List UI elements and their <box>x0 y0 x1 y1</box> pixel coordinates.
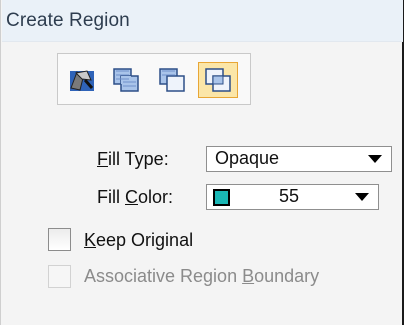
associative-boundary-checkbox[interactable] <box>48 265 71 288</box>
union-tool-button[interactable] <box>106 62 146 98</box>
title-bar[interactable]: Create Region <box>2 0 403 42</box>
difference-tool-button[interactable] <box>152 62 192 98</box>
fill-color-dropdown[interactable]: 55 <box>206 184 379 210</box>
keep-original-checkbox[interactable] <box>48 228 71 251</box>
fill-type-value: Opaque <box>215 148 280 168</box>
region-method-toolbar <box>57 53 251 105</box>
create-region-dialog: Create Region Fill Type: Opaque Fill Col… <box>0 0 404 325</box>
fill-type-dropdown[interactable]: Opaque <box>206 146 392 172</box>
keep-original-label[interactable]: Keep Original <box>84 230 193 251</box>
intersection-tool-button[interactable] <box>198 62 238 98</box>
chevron-down-icon <box>355 193 369 201</box>
difference-regions-icon <box>159 68 185 92</box>
chevron-down-icon <box>368 155 382 163</box>
fill-color-value: 55 <box>279 186 300 206</box>
associative-boundary-label[interactable]: Associative Region Boundary <box>84 266 319 287</box>
intersection-regions-icon <box>205 68 231 92</box>
fill-color-label: Fill Color: <box>97 187 174 207</box>
union-regions-icon <box>113 68 139 92</box>
flood-fill-tool-button[interactable] <box>62 62 102 98</box>
fill-type-label: Fill Type: <box>97 149 169 169</box>
dialog-title: Create Region <box>6 10 130 31</box>
flood-fill-icon <box>70 70 94 91</box>
color-swatch <box>213 189 230 206</box>
